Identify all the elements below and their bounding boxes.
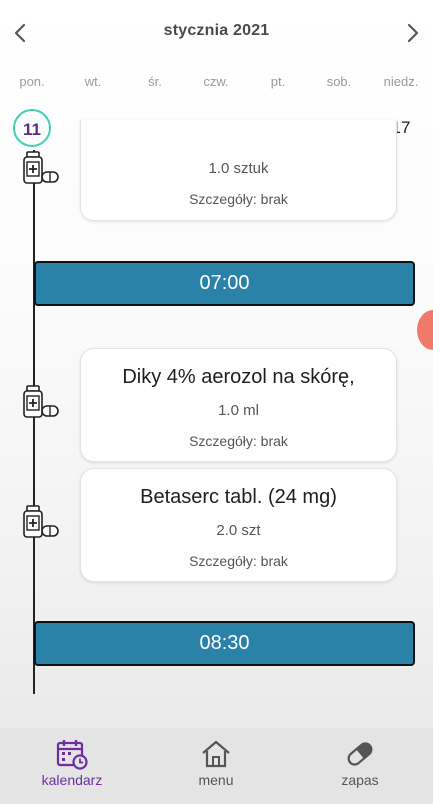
floating-action-button[interactable] <box>417 310 433 350</box>
medication-card-partial[interactable]: 1.0 sztuk Szczegóły: brak <box>80 120 397 221</box>
time-slot-bar: 08:30 <box>34 621 415 666</box>
day-name: sob. <box>326 74 352 89</box>
tab-label: kalendarz <box>41 772 103 788</box>
day-name: czw. <box>203 74 229 89</box>
home-icon <box>202 740 230 768</box>
month-header: stycznia 2021 <box>0 0 433 66</box>
medication-quantity: 2.0 szt <box>216 522 261 539</box>
day-name: wt. <box>84 74 102 89</box>
next-week-button[interactable] <box>399 18 427 48</box>
calendar-icon <box>56 740 88 770</box>
medication-quantity: 1.0 sztuk <box>208 160 269 177</box>
day-name: pt. <box>270 74 286 89</box>
medication-quantity: 1.0 ml <box>218 402 259 419</box>
tab-calendar[interactable]: kalendarz <box>12 734 132 800</box>
tab-label: menu <box>198 772 234 788</box>
medicine-bottle-icon <box>23 505 59 538</box>
tab-label: zapas <box>341 772 379 788</box>
medication-details: Szczegóły: brak <box>189 191 288 207</box>
medication-card[interactable]: Betaserc tabl. (24 mg) 2.0 szt Szczegóły… <box>80 468 397 582</box>
day-monday[interactable]: pon. 11 <box>1 70 63 150</box>
medicine-bottle-icon <box>23 151 59 184</box>
time-slot-bar: 07:00 <box>34 261 415 306</box>
medication-card[interactable]: Diky 4% aerozol na skórę, 1.0 ml Szczegó… <box>80 348 397 462</box>
app-screen: stycznia 2021 pon. 11 wt. 12 śr. 13 czw.… <box>0 0 433 804</box>
day-name: niedz. <box>383 74 419 89</box>
day-name: śr. <box>148 74 162 89</box>
medication-details: Szczegóły: brak <box>189 433 288 449</box>
day-number-selected: 11 <box>13 109 51 147</box>
chevron-right-icon <box>407 23 419 43</box>
bottom-navigation: kalendarz menu zapas <box>0 728 433 804</box>
tab-stock[interactable]: zapas <box>300 734 420 800</box>
tab-menu[interactable]: menu <box>156 734 276 800</box>
day-name: pon. <box>19 74 45 89</box>
month-title: stycznia 2021 <box>163 22 270 39</box>
medicine-bottle-icon <box>23 385 59 418</box>
pill-icon <box>347 742 373 766</box>
medication-name: Betaserc tabl. (24 mg) <box>140 486 337 508</box>
medication-details: Szczegóły: brak <box>189 553 288 569</box>
medication-name: Diky 4% aerozol na skórę, <box>122 366 355 388</box>
